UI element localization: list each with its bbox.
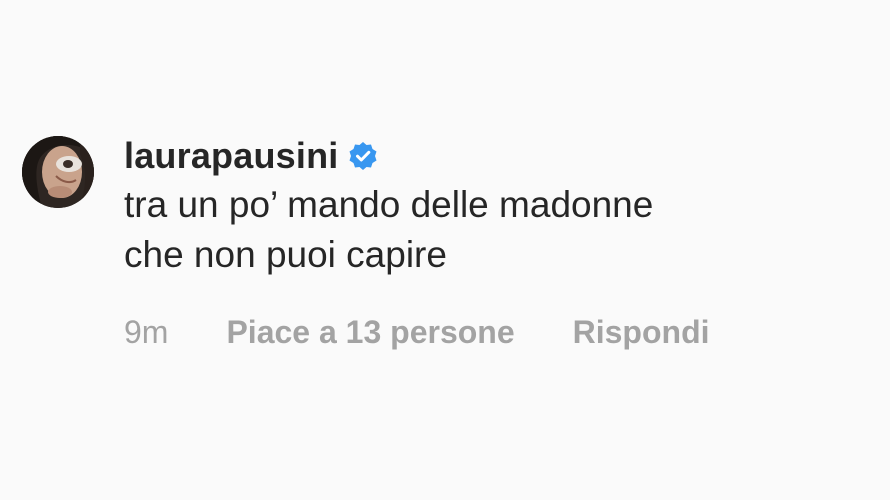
reply-button[interactable]: Rispondi (573, 314, 710, 351)
avatar[interactable] (22, 136, 94, 208)
comment-body: laurapausini tra un po’ mando delle mado… (124, 134, 862, 351)
comment: laurapausini tra un po’ mando delle mado… (22, 134, 862, 351)
avatar-image (22, 136, 94, 208)
username[interactable]: laurapausini (124, 134, 338, 178)
verified-badge-icon (348, 141, 378, 171)
comment-header: laurapausini (124, 134, 862, 178)
comment-text: tra un po’ mando delle madonne che non p… (124, 184, 654, 275)
comment-meta: 9m Piace a 13 persone Rispondi (124, 314, 862, 351)
likes-link[interactable]: Piace a 13 persone (226, 314, 514, 351)
comment-time: 9m (124, 314, 169, 350)
